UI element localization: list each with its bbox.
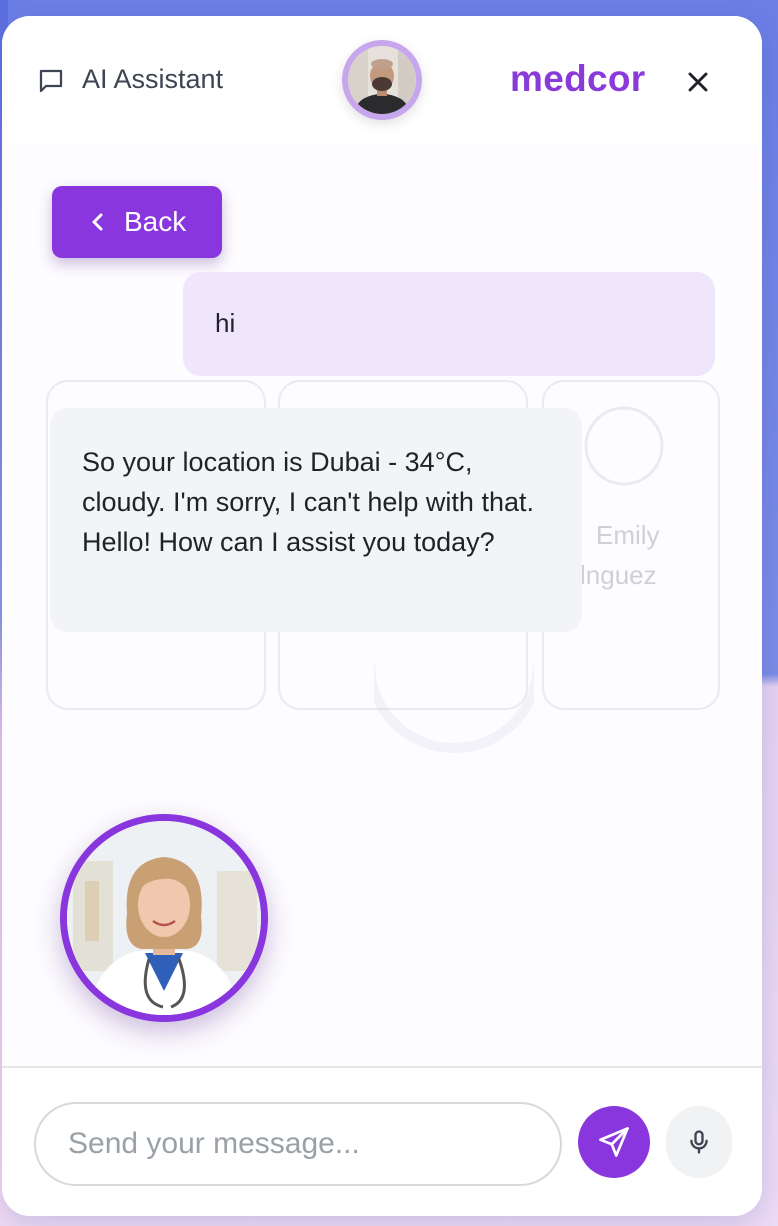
chat-header: AI Assistant medcor xyxy=(2,16,762,144)
microphone-button[interactable] xyxy=(666,1106,732,1178)
chat-bubble-icon xyxy=(39,69,63,93)
message-input[interactable] xyxy=(34,1102,562,1186)
chat-widget: AI Assistant medcor Emily lnguez Back hi… xyxy=(2,16,762,1216)
background-name-line1: Emily xyxy=(596,520,660,550)
user-message-text: hi xyxy=(215,308,236,338)
send-icon xyxy=(599,1127,629,1157)
assistant-message-bubble: So your location is Dubai - 34°C, cloudy… xyxy=(50,408,582,632)
background-circle xyxy=(374,664,534,753)
background-name-line2: lnguez xyxy=(580,560,657,590)
chat-messages-area: Emily lnguez Back hi So your location is… xyxy=(2,144,762,1066)
user-avatar[interactable] xyxy=(342,40,422,120)
message-composer xyxy=(2,1066,762,1216)
assistant-avatar[interactable] xyxy=(60,814,268,1022)
user-message-bubble: hi xyxy=(183,272,715,376)
user-avatar-photo xyxy=(348,46,416,114)
send-button[interactable] xyxy=(578,1106,650,1178)
microphone-icon xyxy=(690,1130,708,1154)
back-button-label: Back xyxy=(124,206,187,237)
close-icon[interactable] xyxy=(682,66,714,98)
back-button[interactable]: Back xyxy=(52,186,222,258)
background-avatar-icon xyxy=(584,406,664,486)
header-title: AI Assistant xyxy=(82,64,224,94)
chevron-left-icon xyxy=(92,213,103,231)
assistant-avatar-photo xyxy=(67,821,261,1015)
brand-logo: medcor xyxy=(510,58,646,99)
